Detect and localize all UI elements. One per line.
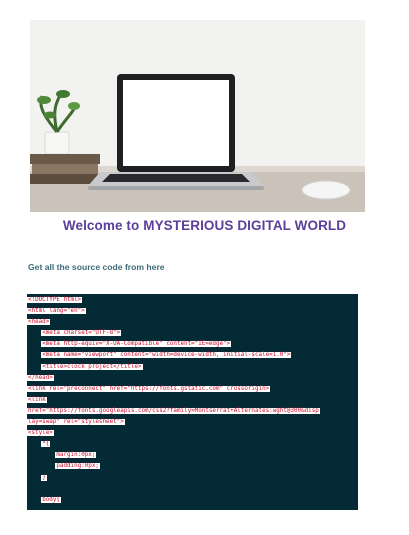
code-line: <meta charset="UTF-8">: [27, 328, 358, 339]
code-block: <!DOCTYPE html> <html lang="en"> <head> <m…: [27, 294, 358, 510]
page-title: Welcome to MYSTERIOUS DIGITAL WORLD: [62, 218, 347, 233]
code-text: <meta http-equiv="X-UA-Compatible" conte…: [41, 341, 232, 348]
code-line: <link: [27, 395, 358, 406]
code-text: }: [41, 474, 47, 481]
code-text: </head>: [27, 374, 54, 381]
code-line: *{: [27, 439, 358, 450]
code-line: <title>clock project</title>: [27, 362, 358, 373]
code-text: <html lang="en">: [27, 308, 86, 315]
code-text: <!DOCTYPE html>: [27, 297, 83, 303]
code-text: <head>: [27, 319, 51, 326]
code-line: </head>: [27, 373, 358, 384]
code-line: <meta name="viewport" content="width=dev…: [27, 350, 358, 361]
code-text: body{: [41, 496, 61, 503]
code-text: <meta charset="UTF-8">: [41, 330, 122, 337]
code-line: <!DOCTYPE html>: [27, 295, 358, 306]
code-text: <link rel="preconnect" href="https://fon…: [27, 385, 271, 392]
laptop-photo-illustration: [30, 20, 365, 212]
code-text: *{: [41, 441, 51, 448]
code-text: lay=swap" rel="stylesheet">: [27, 419, 125, 426]
code-line: <head>: [27, 317, 358, 328]
code-line: <link rel="preconnect" href="https://fon…: [27, 384, 358, 395]
code-line: <style>: [27, 428, 358, 439]
code-line: <meta http-equiv="X-UA-Compatible" conte…: [27, 339, 358, 350]
code-text: padding:0px;: [55, 463, 100, 470]
code-line: lay=swap" rel="stylesheet">: [27, 417, 358, 428]
code-text: href="https://fonts.googleapis.com/css2?…: [27, 407, 320, 414]
code-text: <meta name="viewport" content="width=dev…: [41, 352, 292, 359]
source-code-link[interactable]: Get all the source code from here: [28, 262, 165, 272]
code-text: <link: [27, 396, 47, 403]
code-text: <title>clock project</title>: [41, 363, 143, 370]
code-line: <html lang="en">: [27, 306, 358, 317]
code-text: <style>: [27, 430, 54, 437]
code-line: href="https://fonts.googleapis.com/css2?…: [27, 406, 358, 417]
code-text: margin:0px;: [55, 452, 97, 459]
code-line: padding:0px;: [27, 461, 358, 472]
hero-image: [30, 20, 365, 212]
code-line: body{: [27, 495, 358, 506]
code-line: margin:0px;: [27, 450, 358, 461]
code-line: }: [27, 473, 358, 484]
